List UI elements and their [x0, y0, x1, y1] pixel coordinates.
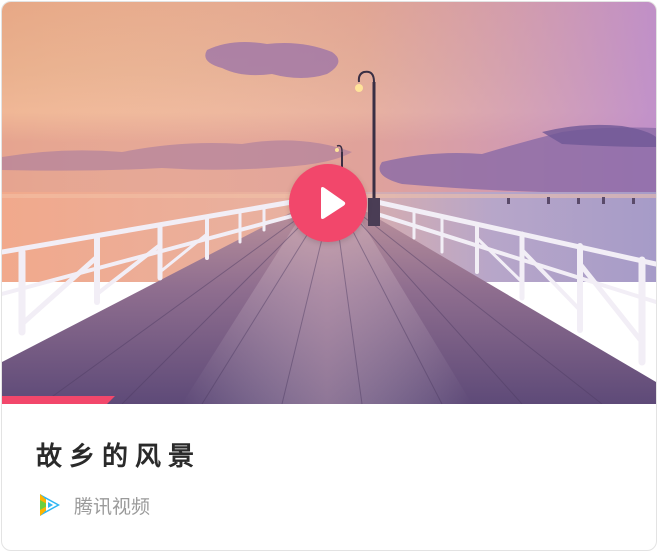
video-source[interactable]: 腾讯视频: [36, 490, 150, 520]
source-label: 腾讯视频: [74, 495, 151, 518]
progress-fill: [2, 396, 115, 404]
progress-bar: [2, 396, 656, 404]
play-button[interactable]: [289, 164, 367, 242]
video-card[interactable]: 故乡的风景 腾讯视频: [1, 1, 657, 551]
video-title[interactable]: 故乡的风景: [36, 436, 201, 473]
tencent-video-logo-icon: [40, 494, 60, 516]
video-cover[interactable]: [2, 2, 656, 404]
play-icon: [321, 187, 346, 219]
